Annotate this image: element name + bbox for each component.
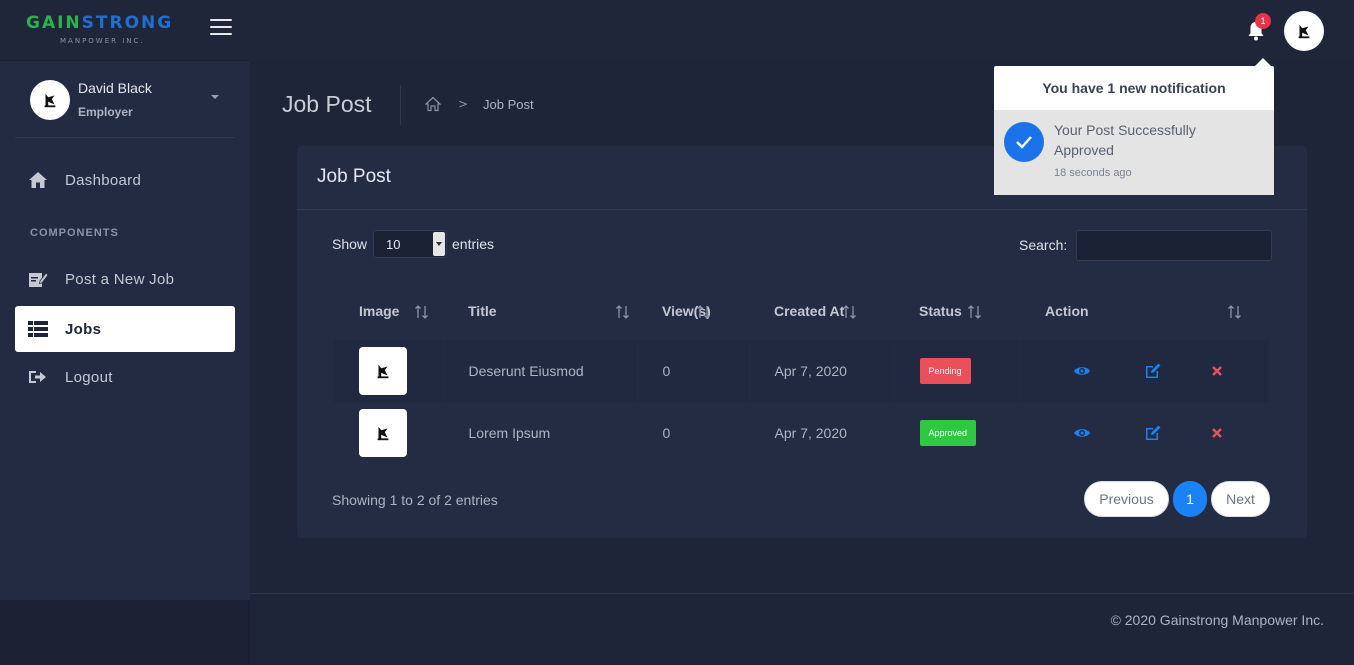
home-icon[interactable] <box>424 96 442 112</box>
page-title: Job Post <box>282 91 372 117</box>
sort-icon <box>843 305 856 319</box>
view-icon[interactable] <box>1073 424 1091 442</box>
list-icon <box>27 318 49 340</box>
avatar[interactable] <box>1284 11 1324 51</box>
job-thumbnail[interactable] <box>359 347 407 395</box>
notification-item[interactable]: Your Post Successfully Approved 18 secon… <box>994 110 1274 195</box>
created-cell: Apr 7, 2020 <box>749 340 895 402</box>
sidebar-item-label: Post a New Job <box>65 270 175 288</box>
check-icon <box>1004 122 1044 162</box>
previous-button[interactable]: Previous <box>1084 481 1169 517</box>
notification-dropdown: You have 1 new notification Your Post Su… <box>994 66 1274 195</box>
delete-icon[interactable] <box>1208 424 1226 442</box>
image-cell <box>334 340 444 402</box>
sort-icon <box>968 305 981 319</box>
chevron-down-icon[interactable] <box>211 95 219 99</box>
brand-logo[interactable]: GAINSTRONG <box>26 13 173 33</box>
profile-name: David Black <box>78 80 152 96</box>
status-cell: Pending <box>894 340 1021 402</box>
job-post-card: Job Post Show 10 entries Search: Image T… <box>297 146 1307 538</box>
sidebar: GAINSTRONG MANPOWER INC. David Black Emp… <box>0 0 250 600</box>
show-label: Show <box>332 236 368 252</box>
notification-header: You have 1 new notification <box>1042 80 1226 96</box>
card-title: Job Post <box>317 166 391 187</box>
sidebar-item-dashboard[interactable]: Dashboard <box>15 157 235 203</box>
profile-role: Employer <box>78 105 133 119</box>
status-badge: Approved <box>919 420 977 446</box>
footer-divider <box>250 593 1354 594</box>
logout-icon <box>27 366 49 388</box>
title-cell: Lorem Ipsum <box>443 402 638 464</box>
col-header-title[interactable]: Title <box>443 282 637 340</box>
notification-message: Your Post Successfully Approved <box>1054 122 1196 158</box>
user-profile[interactable]: David Black Employer <box>15 62 235 138</box>
image-cell <box>334 402 444 464</box>
entries-value: 10 <box>386 237 401 252</box>
menu-toggle-icon[interactable] <box>210 19 232 37</box>
jobs-table: Image Title View(s) Created At Status Ac… <box>334 282 1270 464</box>
status-badge: Pending <box>919 358 971 384</box>
job-thumbnail[interactable] <box>359 409 407 457</box>
col-header-image[interactable]: Image <box>334 282 443 340</box>
sort-icon <box>616 305 629 319</box>
sidebar-item-label: Jobs <box>65 320 102 338</box>
table-info: Showing 1 to 2 of 2 entries <box>332 492 498 508</box>
topbar: 1 <box>250 0 1354 61</box>
brand: GAINSTRONG MANPOWER INC. <box>0 0 250 61</box>
created-cell: Apr 7, 2020 <box>749 402 895 464</box>
breadcrumb-current: Job Post <box>483 97 534 112</box>
sidebar-item-label: Dashboard <box>65 171 142 189</box>
sidebar-footer <box>0 600 250 665</box>
view-icon[interactable] <box>1073 362 1091 380</box>
chevron-right-icon: > <box>458 97 469 111</box>
edit-icon[interactable] <box>1144 424 1162 442</box>
entries-label: entries <box>452 236 495 252</box>
action-cell <box>1020 340 1270 402</box>
notification-time: 18 seconds ago <box>1054 167 1132 179</box>
avatar <box>30 80 70 120</box>
sort-icon <box>1228 305 1241 319</box>
chevron-down-icon <box>433 232 445 256</box>
table-row: Lorem Ipsum 0 Apr 7, 2020 Approved <box>334 402 1270 464</box>
search-input[interactable] <box>1076 230 1272 261</box>
sidebar-item-post-job[interactable]: Post a New Job <box>15 256 235 302</box>
title-cell: Deserunt Eiusmod <box>443 340 638 402</box>
sidebar-item-label: Logout <box>65 368 113 386</box>
delete-icon[interactable] <box>1208 362 1226 380</box>
section-label: COMPONENTS <box>30 227 119 239</box>
sort-icon <box>697 305 710 319</box>
edit-icon[interactable] <box>1144 362 1162 380</box>
status-cell: Approved <box>894 402 1021 464</box>
col-header-views[interactable]: View(s) <box>637 282 749 340</box>
breadcrumb-divider <box>400 85 401 125</box>
search-label: Search: <box>1019 237 1068 253</box>
page-1-button[interactable]: 1 <box>1173 481 1207 517</box>
sort-icon <box>415 305 428 319</box>
views-cell: 0 <box>637 402 750 464</box>
edit-note-icon <box>27 268 49 290</box>
brand-subtitle: MANPOWER INC. <box>60 37 145 45</box>
views-cell: 0 <box>637 340 750 402</box>
col-header-action[interactable]: Action <box>1020 282 1270 340</box>
notification-badge: 1 <box>1255 13 1271 29</box>
entries-select[interactable]: 10 <box>373 230 447 258</box>
next-button[interactable]: Next <box>1211 481 1270 517</box>
sidebar-item-logout[interactable]: Logout <box>15 354 235 400</box>
col-header-created[interactable]: Created At <box>749 282 894 340</box>
table-row: Deserunt Eiusmod 0 Apr 7, 2020 Pending <box>334 340 1270 402</box>
sidebar-item-jobs[interactable]: Jobs <box>15 306 235 352</box>
col-header-status[interactable]: Status <box>894 282 1020 340</box>
footer-copyright: © 2020 Gainstrong Manpower Inc. <box>1110 612 1324 628</box>
action-cell <box>1020 402 1270 464</box>
notification-caret <box>1255 58 1271 66</box>
home-icon <box>27 169 49 191</box>
